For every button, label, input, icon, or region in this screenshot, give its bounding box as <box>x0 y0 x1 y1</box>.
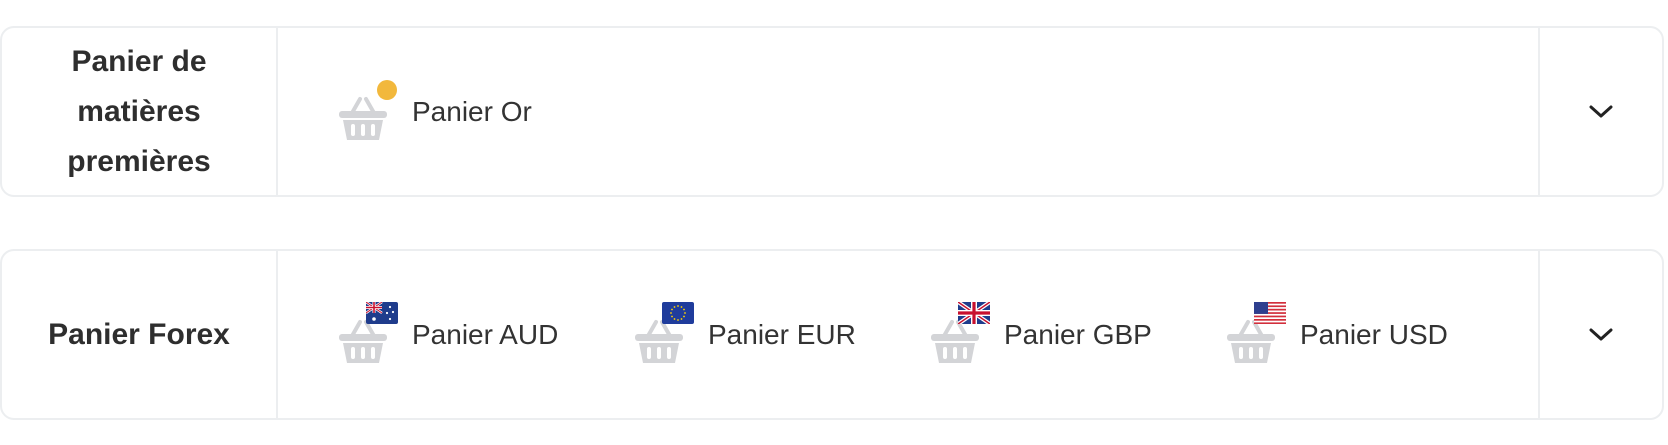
basket-item-label: Panier AUD <box>412 318 559 350</box>
australia-flag-icon <box>366 301 398 324</box>
basket-australia-flag-icon <box>338 301 398 364</box>
basket-gold-icon <box>338 79 397 141</box>
chevron-down-icon <box>1589 105 1613 117</box>
basket-item-label: Panier Or <box>412 95 532 127</box>
basket-item-aud[interactable]: Panier AUD <box>338 301 634 364</box>
basket-us-flag-icon <box>1226 301 1286 364</box>
forex-basket-card: Panier Forex Panier AUD Panier EUR Panie… <box>0 249 1664 420</box>
section-header: Panier Forex <box>2 251 278 418</box>
basket-item-label: Panier GBP <box>1004 318 1152 350</box>
basket-item-usd[interactable]: Panier USD <box>1226 301 1522 364</box>
eu-flag-icon <box>662 301 694 324</box>
section-title: Panier de matières premières <box>67 44 211 178</box>
basket-list: Panier Or <box>278 28 1538 195</box>
basket-eu-flag-icon <box>634 301 694 364</box>
gold-coin-icon <box>377 79 397 100</box>
basket-item-label: Panier USD <box>1300 318 1448 350</box>
section-header: Panier de matières premières <box>2 28 278 195</box>
basket-uk-flag-icon <box>930 301 990 364</box>
basket-item-gbp[interactable]: Panier GBP <box>930 301 1226 364</box>
basket-item-label: Panier EUR <box>708 318 856 350</box>
section-title: Panier Forex <box>48 317 230 351</box>
us-flag-icon <box>1254 301 1286 324</box>
basket-item-eur[interactable]: Panier EUR <box>634 301 930 364</box>
basket-item-gold[interactable]: Panier Or <box>338 79 634 141</box>
uk-flag-icon <box>958 301 990 324</box>
chevron-down-icon <box>1589 328 1613 340</box>
expand-toggle-button[interactable] <box>1538 28 1662 195</box>
expand-toggle-button[interactable] <box>1538 251 1662 418</box>
basket-list: Panier AUD Panier EUR Panier GBP Panier … <box>278 251 1538 418</box>
commodities-basket-card: Panier de matières premières Panier Or <box>0 26 1664 197</box>
